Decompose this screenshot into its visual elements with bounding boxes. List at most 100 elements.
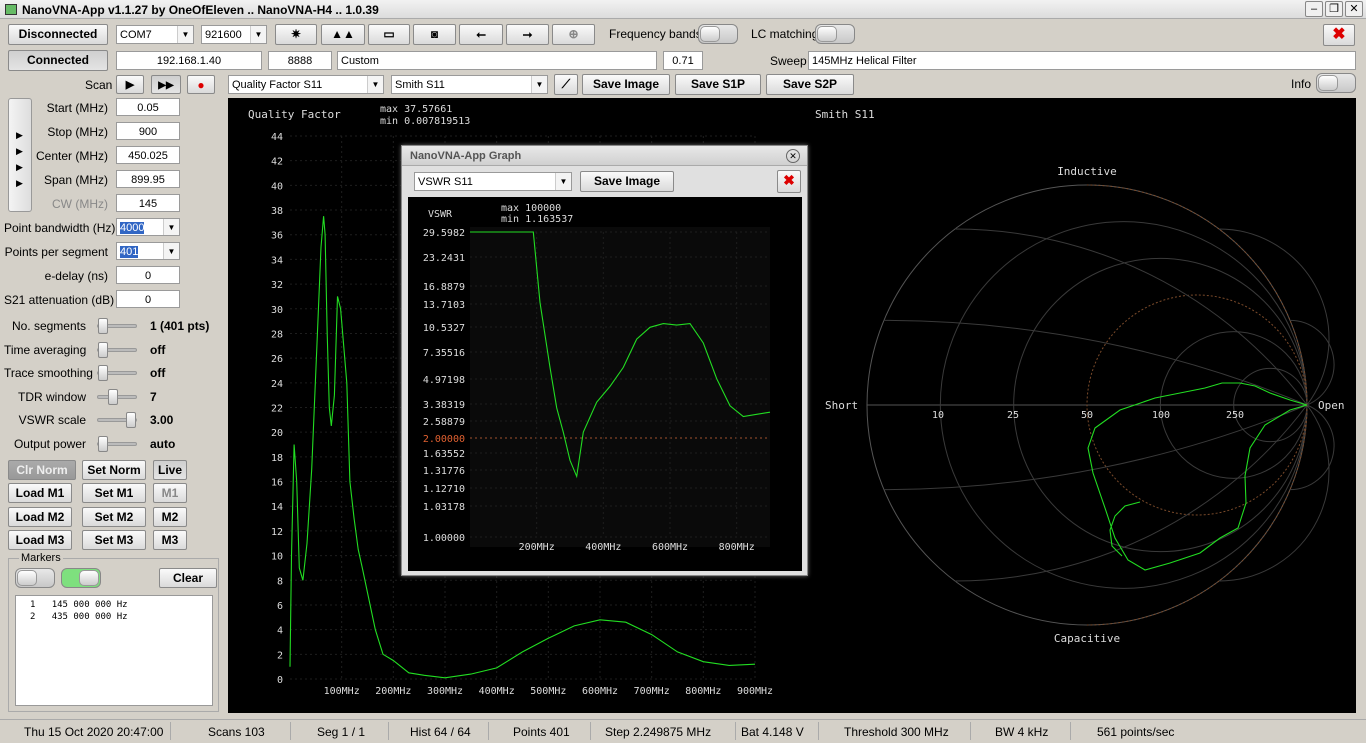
slider-thumb[interactable]: [98, 435, 108, 452]
record-button[interactable]: ●: [187, 75, 215, 94]
popup-red-close-button[interactable]: ✖: [777, 170, 801, 193]
span-field[interactable]: 899.95: [116, 170, 180, 188]
baud-select[interactable]: 921600 ▼: [201, 25, 267, 44]
save-s2p-button[interactable]: Save S2P: [766, 74, 854, 95]
marker-toggle-2[interactable]: [61, 568, 101, 588]
ip-address-field[interactable]: 192.168.1.40: [116, 51, 262, 70]
slider-label: Output power: [13, 436, 86, 451]
calibration-select[interactable]: Custom: [337, 51, 657, 70]
restore-icon[interactable]: ❐: [1325, 1, 1343, 17]
m1-button[interactable]: M1: [153, 483, 187, 503]
disconnect-button[interactable]: Disconnected: [8, 24, 108, 45]
port-field[interactable]: 8888: [268, 51, 332, 70]
slider-value: auto: [150, 436, 176, 451]
popup-trace-select[interactable]: VSWR S11 ▼: [414, 172, 572, 191]
info-toggle[interactable]: [1316, 73, 1356, 93]
status-bat: Bat 4.148 V: [741, 725, 804, 739]
close-window-icon[interactable]: ✕: [1345, 1, 1363, 17]
screenshot-button[interactable]: ◙: [413, 24, 456, 45]
center-field[interactable]: 450.025: [116, 146, 180, 164]
clr-norm-button[interactable]: Clr Norm: [8, 460, 76, 480]
minimize-icon[interactable]: –: [1305, 1, 1323, 17]
slider-thumb[interactable]: [98, 341, 108, 358]
qf-y-tick: 30: [271, 305, 283, 316]
battery-button[interactable]: ▭: [368, 24, 410, 45]
set-m3-button[interactable]: Set M3: [82, 530, 146, 550]
slider-track[interactable]: [97, 435, 137, 452]
inductive-label: Inductive: [1057, 165, 1117, 178]
info-label: Info: [1291, 77, 1312, 91]
slider-track[interactable]: [97, 365, 137, 381]
scan-continuous-button[interactable]: ▶▶: [151, 75, 181, 94]
save-image-button[interactable]: Save Image: [582, 74, 670, 95]
crosshair-icon: ⊕: [568, 27, 579, 41]
slider-label: VSWR scale: [18, 413, 86, 427]
graph-options-button[interactable]: ⟋: [554, 74, 578, 95]
load-m3-button[interactable]: Load M3: [8, 530, 72, 550]
load-m1-button[interactable]: Load M1: [8, 483, 72, 503]
connect-button[interactable]: Connected: [8, 50, 108, 71]
close-connection-button[interactable]: ✖: [1323, 24, 1355, 46]
popup-titlebar[interactable]: NanoVNA-App Graph ✕: [402, 146, 807, 166]
trace2-select[interactable]: Smith S11 ▼: [391, 75, 548, 94]
slider-thumb[interactable]: [98, 318, 108, 334]
load-m2-button[interactable]: Load M2: [8, 507, 72, 527]
settings-gear-button[interactable]: ✷: [275, 24, 317, 45]
qf-y-tick: 6: [277, 601, 283, 612]
live-button[interactable]: Live: [153, 460, 187, 480]
slider-value: off: [150, 342, 166, 357]
short-label: Short: [825, 399, 858, 412]
start-field[interactable]: 0.05: [116, 98, 180, 116]
qf-y-tick: 20: [271, 428, 283, 439]
points-per-segment-select[interactable]: 401 ▼: [116, 242, 180, 260]
set-m2-button[interactable]: Set M2: [82, 507, 146, 527]
edelay-field[interactable]: 0: [116, 266, 180, 284]
marker-number: 1: [30, 600, 36, 610]
m2-button[interactable]: M2: [153, 507, 187, 527]
frequency-bands-toggle[interactable]: [698, 24, 738, 44]
slider-track[interactable]: [97, 412, 137, 428]
slider-thumb[interactable]: [108, 388, 118, 405]
calibration-value-field[interactable]: 0.71: [663, 51, 703, 70]
popup-save-image-button[interactable]: Save Image: [580, 171, 674, 192]
slider-track[interactable]: [97, 388, 137, 405]
collapse-panel-handle[interactable]: ▶ ▶ ▶ ▶: [8, 98, 32, 212]
target-button[interactable]: ⊕: [552, 24, 595, 45]
chevron-down-icon: ▼: [163, 219, 179, 235]
lc-matching-toggle[interactable]: [815, 24, 855, 44]
point-bandwidth-select[interactable]: 4000 ▼: [116, 218, 180, 236]
set-norm-button[interactable]: Set Norm: [82, 460, 146, 480]
vswr-y-tick: 10.5327: [423, 323, 465, 334]
trace2-value: Smith S11: [395, 79, 445, 91]
sweep-name-field[interactable]: 145MHz Helical Filter: [808, 51, 1356, 70]
frequency-bands-label: Frequency bands: [609, 27, 702, 41]
slider-thumb[interactable]: [98, 365, 108, 381]
slider-thumb[interactable]: [126, 412, 136, 428]
qf-y-tick: 22: [271, 404, 283, 415]
s21-attenuation-field[interactable]: 0: [116, 290, 180, 308]
qf-y-tick: 26: [271, 354, 283, 365]
slider-track[interactable]: [97, 341, 137, 358]
slider-track[interactable]: [97, 318, 137, 334]
list-item[interactable]: 1 145 000 000 Hz: [30, 599, 198, 611]
popup-close-icon[interactable]: ✕: [786, 149, 800, 163]
cw-field[interactable]: 145: [116, 194, 180, 212]
stop-field[interactable]: 900: [116, 122, 180, 140]
vswr-y-tick: 1.00000: [423, 533, 465, 544]
m3-button[interactable]: M3: [153, 530, 187, 550]
marker-list[interactable]: 1 145 000 000 Hz 2 435 000 000 Hz: [15, 595, 213, 706]
popup-graph-window[interactable]: NanoVNA-App Graph ✕ VSWR S11 ▼ Save Image…: [401, 145, 808, 576]
list-item[interactable]: 2 435 000 000 Hz: [30, 611, 198, 623]
up-button[interactable]: ▲▲: [321, 24, 365, 45]
usb-button-2[interactable]: ⭢: [506, 24, 549, 45]
com-port-select[interactable]: COM7 ▼: [116, 25, 194, 44]
vswr-y-tick: 1.03178: [423, 502, 465, 513]
save-s1p-button[interactable]: Save S1P: [675, 74, 761, 95]
usb-button-1[interactable]: ⭠: [459, 24, 503, 45]
set-m1-button[interactable]: Set M1: [82, 483, 146, 503]
marker-toggle-1[interactable]: [15, 568, 55, 588]
scan-once-button[interactable]: ▶: [116, 75, 144, 94]
vswr-x-tick: 400MHz: [585, 542, 621, 553]
clear-markers-button[interactable]: Clear: [159, 568, 217, 588]
trace1-select[interactable]: Quality Factor S11 ▼: [228, 75, 384, 94]
